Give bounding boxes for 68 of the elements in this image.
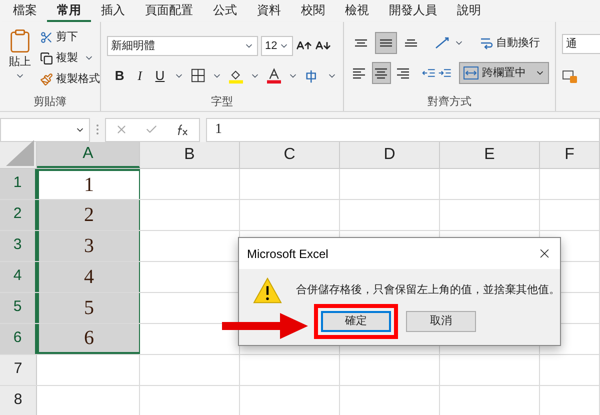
table-cell: 1 [37, 168, 140, 198]
group-label: 字型 [210, 94, 234, 110]
wrap-text-button[interactable]: 自動換行 [479, 32, 540, 54]
vertical-align-button[interactable] [375, 32, 397, 54]
dialog-button[interactable]: 取消 [406, 311, 476, 332]
group-label: 對齊方式 [426, 94, 472, 110]
row-header[interactable]: 7 [0, 354, 37, 384]
borders-icon[interactable] [190, 68, 205, 84]
column-header[interactable]: A [37, 142, 140, 168]
grip-icon [96, 124, 99, 135]
table-cell: 4 [37, 262, 140, 292]
bold-button[interactable]: B [113, 66, 126, 86]
dialog-message: 合併儲存格後，只會保留左上角的值，並捨棄其他值。 [296, 282, 560, 298]
ribbon-tab[interactable]: 檢視 [335, 0, 379, 22]
italic-button[interactable]: I [133, 66, 146, 86]
table-cell: 6 [37, 324, 140, 354]
ribbon-tab[interactable]: 檔案 [3, 0, 47, 22]
align-lines-icon [380, 39, 392, 47]
ribbon-tab[interactable]: 校閱 [291, 0, 335, 22]
column-header[interactable]: F [540, 142, 600, 168]
row-header[interactable]: 6 [0, 324, 37, 354]
row-header[interactable]: 3 [0, 230, 37, 260]
paste-button[interactable]: 貼上 [6, 28, 34, 94]
cut-button[interactable]: 剪下 [40, 28, 100, 46]
wrap-icon [479, 36, 493, 50]
column-header[interactable]: D [340, 142, 440, 168]
align-lines-icon [375, 68, 388, 78]
merge-icon [463, 66, 480, 80]
row-header[interactable]: 5 [0, 292, 37, 322]
merge-center-button[interactable]: 跨欄置中 [459, 62, 550, 84]
scissors-icon [40, 30, 53, 44]
ribbon-tab[interactable]: 插入 [91, 0, 135, 22]
row-header[interactable]: 4 [0, 262, 37, 292]
horizontal-align-button[interactable] [372, 62, 391, 84]
align-lines-icon [353, 68, 366, 78]
row-header[interactable]: 1 [0, 168, 37, 198]
warning-icon [253, 277, 282, 304]
row-header[interactable]: 2 [0, 200, 37, 230]
conditional-format-icon[interactable] [562, 68, 578, 84]
font-size-field[interactable]: 12 [261, 36, 293, 56]
paintbrush-icon [40, 72, 53, 86]
underline-button[interactable]: U [153, 66, 167, 86]
ribbon-tab[interactable]: 開發人員 [379, 0, 447, 22]
format-painter-button[interactable]: 複製格式 [40, 70, 100, 88]
font-color-icon[interactable] [266, 68, 281, 84]
table-cell: 2 [37, 200, 140, 230]
row-header[interactable]: 8 [0, 386, 37, 415]
copy-button[interactable]: 複製 [40, 50, 78, 66]
font-name-field[interactable]: 新細明體 [107, 36, 258, 56]
column-header[interactable]: E [440, 142, 540, 168]
formula-field[interactable]: 1 [206, 118, 600, 142]
align-lines-icon [397, 68, 410, 78]
function-icon[interactable] [176, 124, 190, 136]
copy-icon [40, 52, 53, 64]
table-cell: 5 [37, 292, 140, 322]
ribbon-tab[interactable]: 資料 [247, 0, 291, 22]
dialog-title: Microsoft Excel [247, 246, 328, 262]
orientation-icon[interactable] [433, 35, 451, 51]
column-header[interactable]: C [240, 142, 340, 168]
number-format-field[interactable]: 通 [562, 34, 600, 54]
table-cell: 3 [37, 230, 140, 260]
align-lines-icon [405, 39, 417, 47]
ribbon-tab[interactable]: 頁面配置 [135, 0, 203, 22]
ribbon-tab[interactable]: 說明 [447, 0, 491, 22]
ribbon-tab[interactable]: 公式 [203, 0, 247, 22]
column-header[interactable]: B [140, 142, 240, 168]
align-lines-icon [355, 39, 367, 47]
group-label: 剪貼簿 [32, 94, 68, 110]
